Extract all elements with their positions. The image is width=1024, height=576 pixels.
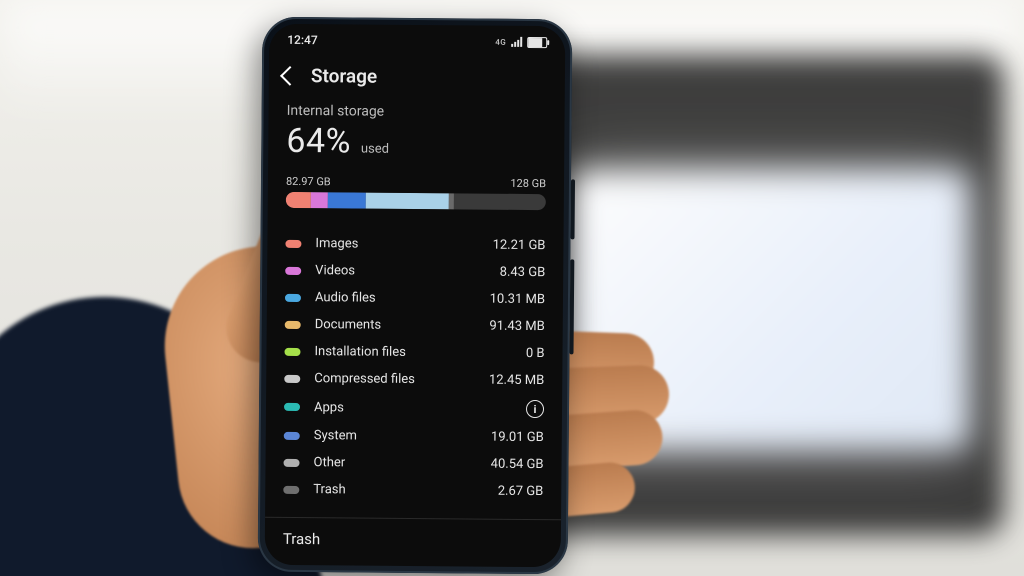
category-label: Compressed files — [314, 371, 489, 388]
category-row[interactable]: Trash2.67 GB — [283, 476, 543, 505]
category-row[interactable]: Appsi — [284, 392, 544, 424]
category-label: Videos — [315, 263, 500, 280]
category-row[interactable]: Documents91.43 MB — [285, 311, 545, 340]
category-value: 91.43 MB — [489, 319, 544, 334]
trash-section-title[interactable]: Trash — [283, 518, 543, 550]
usage-bar-segment — [328, 192, 367, 208]
usage-bar-segment — [310, 192, 327, 208]
category-label: System — [314, 428, 491, 445]
phone-frame: 12:47 4G Storage Internal storage 64% us… — [258, 17, 573, 575]
category-color-swatch — [283, 485, 299, 493]
category-value: 8.43 GB — [500, 265, 546, 280]
signal-icon — [511, 37, 522, 47]
category-row[interactable]: Videos8.43 GB — [285, 257, 545, 286]
category-row[interactable]: Other40.54 GB — [283, 449, 543, 478]
status-right: 4G — [495, 36, 547, 47]
status-time: 12:47 — [287, 33, 318, 47]
storage-body: Internal storage 64% used 82.97 GB 128 G… — [265, 101, 565, 551]
section-title: Internal storage — [287, 103, 547, 121]
category-label: Images — [315, 236, 492, 253]
category-label: Audio files — [315, 290, 490, 307]
category-value: 12.21 GB — [493, 238, 546, 253]
phone-screen[interactable]: 12:47 4G Storage Internal storage 64% us… — [265, 24, 566, 568]
usage-bar-segment — [286, 192, 311, 208]
category-value: 0 B — [526, 346, 545, 361]
category-value: 12.45 MB — [489, 373, 544, 388]
category-label: Apps — [314, 400, 520, 417]
total-value: 128 GB — [510, 177, 546, 190]
category-list: Images12.21 GBVideos8.43 GBAudio files10… — [283, 230, 545, 505]
category-row[interactable]: Images12.21 GB — [285, 230, 545, 259]
category-color-swatch — [284, 374, 300, 382]
status-bar: 12:47 4G — [269, 24, 565, 55]
bar-labels: 82.97 GB 128 GB — [286, 175, 546, 190]
category-row[interactable]: System19.01 GB — [284, 422, 544, 451]
category-color-swatch — [284, 431, 300, 439]
category-label: Installation files — [314, 344, 525, 361]
category-label: Other — [313, 455, 490, 472]
category-color-swatch — [285, 239, 301, 247]
usage-bar — [286, 192, 546, 210]
category-label: Documents — [315, 317, 490, 334]
info-icon[interactable]: i — [526, 400, 544, 418]
usage-bar-segment — [366, 193, 449, 210]
network-label: 4G — [495, 37, 506, 46]
page-title: Storage — [311, 64, 377, 88]
category-row[interactable]: Compressed files12.45 MB — [284, 365, 544, 394]
category-color-swatch — [284, 458, 300, 466]
used-value: 82.97 GB — [286, 175, 331, 188]
used-label: used — [361, 142, 389, 157]
usage-percent-row: 64% used — [286, 121, 546, 163]
category-label: Trash — [313, 482, 498, 499]
category-color-swatch — [285, 266, 301, 274]
category-color-swatch — [285, 293, 301, 301]
scene: 12:47 4G Storage Internal storage 64% us… — [0, 0, 1024, 576]
category-value: 19.01 GB — [491, 430, 544, 445]
category-row[interactable]: Audio files10.31 MB — [285, 284, 545, 313]
category-value: 2.67 GB — [498, 484, 544, 499]
category-row[interactable]: Installation files0 B — [284, 338, 544, 367]
page-header: Storage — [269, 52, 565, 104]
usage-percent: 64% — [286, 121, 351, 162]
usage-bar-segment — [448, 193, 454, 209]
category-value: 10.31 MB — [490, 292, 545, 307]
battery-icon — [527, 36, 547, 47]
category-color-swatch — [285, 320, 301, 328]
category-value: 40.54 GB — [491, 457, 544, 472]
category-color-swatch — [284, 403, 300, 411]
category-color-swatch — [284, 347, 300, 355]
back-icon[interactable] — [280, 66, 300, 86]
